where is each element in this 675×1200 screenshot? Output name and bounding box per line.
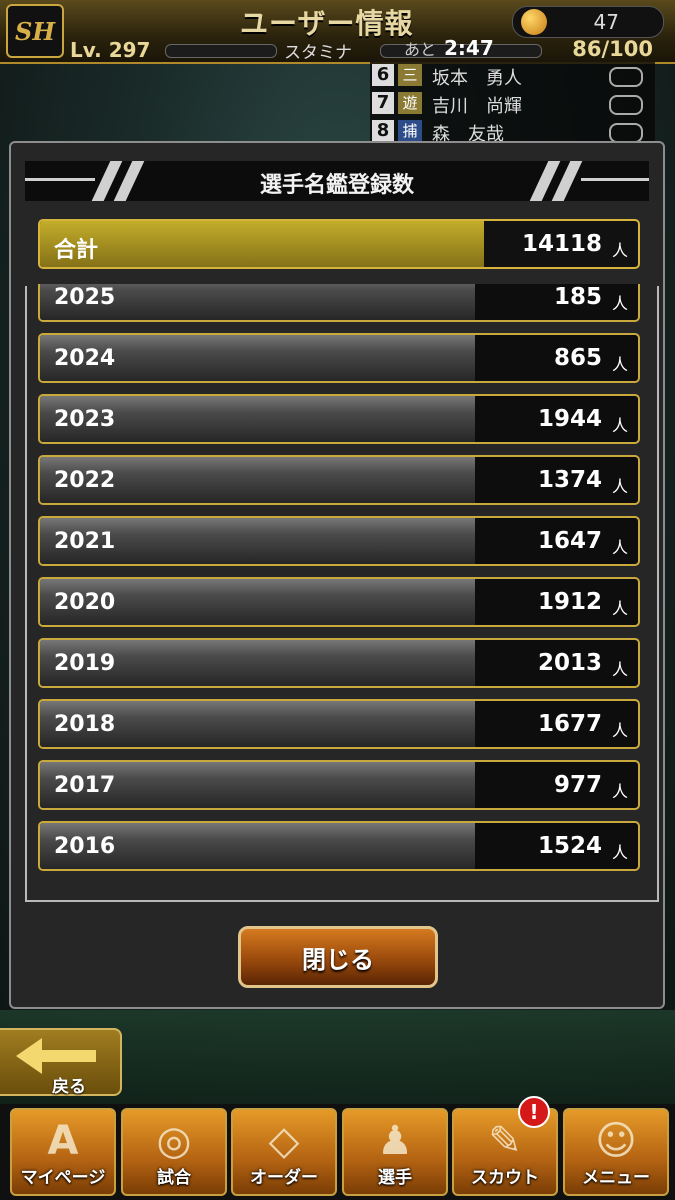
year-count: 1647: [537, 528, 602, 554]
lineup-row[interactable]: 7 遊 吉川 尚輝: [370, 92, 655, 118]
year-row: 2021 1647 人: [38, 516, 640, 566]
nav-label: スカウト: [471, 1168, 539, 1188]
year-count: 865: [553, 345, 602, 371]
player-tag-icon: [609, 123, 643, 143]
stamina-timer: あと 2:47: [404, 36, 494, 60]
total-value: 14118: [521, 231, 602, 257]
bottom-nav: A マイページ ◎ 試合 ◇ オーダー ♟ 選手 ✎ スカウト ☺ メニュー: [0, 1104, 675, 1200]
year-count: 1912: [537, 589, 602, 615]
unit-label: 人: [611, 538, 628, 557]
year-row: 2019 2013 人: [38, 638, 640, 688]
year-label: 2023: [54, 407, 116, 432]
nav-item-5[interactable]: ☺ メニュー: [563, 1108, 669, 1196]
unit-label: 人: [611, 721, 628, 740]
notification-badge: !: [518, 1096, 550, 1128]
diamond-field-icon: ◇: [268, 1118, 300, 1164]
year-row: 2017 977 人: [38, 760, 640, 810]
unit-label: 人: [611, 241, 628, 260]
nav-label: 選手: [378, 1168, 412, 1188]
close-button[interactable]: 閉じる: [238, 926, 438, 988]
year-row: 2016 1524 人: [38, 821, 640, 871]
page-title: ユーザー情報: [240, 7, 414, 40]
year-label: 2024: [54, 346, 116, 371]
unit-label: 人: [611, 843, 628, 862]
nav-label: マイページ: [20, 1168, 106, 1188]
year-count: 185: [553, 284, 602, 310]
lineup-list: 6 三 坂本 勇人 7 遊 吉川 尚輝 8 捕 森 友哉: [370, 62, 655, 145]
year-label: 2017: [54, 773, 116, 798]
player-icon: ♟: [377, 1118, 413, 1164]
player-level: Lv. 297: [70, 38, 151, 62]
year-count: 1677: [537, 711, 602, 737]
stamina-value: 86/100: [572, 37, 653, 61]
year-label: 2016: [54, 834, 116, 859]
total-label-cell: [40, 221, 484, 267]
nav-item-1[interactable]: ◎ 試合: [121, 1108, 227, 1196]
year-row: 2023 1944 人: [38, 394, 640, 444]
mypage-icon: A: [47, 1118, 79, 1164]
back-arrow-icon: [40, 1050, 96, 1062]
stamina-timer-prefix: あと: [404, 40, 437, 59]
player-tag-icon: [609, 95, 643, 115]
year-row: 2024 865 人: [38, 333, 640, 383]
year-row: 2018 1677 人: [38, 699, 640, 749]
player-tag-icon: [609, 67, 643, 87]
year-label: 2021: [54, 529, 116, 554]
stamina-label: スタミナ: [284, 43, 352, 63]
year-count: 1524: [537, 833, 602, 859]
stamina-timer-value: 2:47: [444, 36, 494, 60]
year-count: 2013: [537, 650, 602, 676]
lineup-row[interactable]: 6 三 坂本 勇人: [370, 64, 655, 90]
unit-label: 人: [611, 599, 628, 618]
unit-label: 人: [611, 477, 628, 496]
registration-count-dialog: 選手名鑑登録数 合計 14118 人 2025 185 人 2024 865 人 2023 1…: [9, 141, 665, 1009]
coin-icon: [521, 9, 547, 35]
dialog-header: 選手名鑑登録数: [25, 161, 649, 201]
batting-order: 7: [372, 92, 394, 114]
year-row: 2025 185 人: [38, 284, 640, 322]
unit-label: 人: [611, 660, 628, 679]
level-progress-bar: [165, 44, 277, 58]
year-row: 2022 1374 人: [38, 455, 640, 505]
nav-label: オーダー: [250, 1168, 318, 1188]
position-badge: 捕: [398, 120, 422, 142]
header-bar: SH ユーザー情報 47 Lv. 297 スタミナ あと 2:47 86/100: [0, 0, 675, 64]
team-logo: SH: [6, 4, 64, 58]
stadium-icon: ◎: [156, 1118, 192, 1164]
total-row: 合計 14118 人: [38, 219, 640, 269]
position-badge: 遊: [398, 92, 422, 114]
year-label: 2019: [54, 651, 116, 676]
back-label: 戻る: [52, 1077, 86, 1097]
unit-label: 人: [611, 416, 628, 435]
total-label: 合計: [54, 238, 99, 263]
nav-item-0[interactable]: A マイページ: [10, 1108, 116, 1196]
coin-counter[interactable]: 47: [512, 6, 664, 38]
position-badge: 三: [398, 64, 422, 86]
year-label: 2025: [54, 285, 116, 310]
year-count: 1374: [537, 467, 602, 493]
player-name: 坂本 勇人: [432, 68, 522, 89]
year-label: 2022: [54, 468, 116, 493]
dialog-title: 選手名鑑登録数: [259, 173, 414, 198]
nav-item-3[interactable]: ♟ 選手: [342, 1108, 448, 1196]
year-label: 2020: [54, 590, 116, 615]
batting-order: 8: [372, 120, 394, 142]
year-count-list[interactable]: 2025 185 人 2024 865 人 2023 1944 人 2022 1374 人 2021 16…: [38, 284, 640, 884]
player-name: 吉川 尚輝: [432, 96, 522, 117]
year-row: 2020 1912 人: [38, 577, 640, 627]
unit-label: 人: [611, 782, 628, 801]
nav-item-2[interactable]: ◇ オーダー: [231, 1108, 337, 1196]
back-button[interactable]: 戻る: [0, 1028, 122, 1097]
coin-value: 47: [593, 10, 619, 34]
unit-label: 人: [611, 294, 628, 313]
batting-order: 6: [372, 64, 394, 86]
nav-label: メニュー: [582, 1168, 650, 1188]
year-label: 2018: [54, 712, 116, 737]
back-arrow-icon: [16, 1038, 42, 1074]
year-count: 977: [553, 772, 602, 798]
menu-icon: ☺: [595, 1118, 637, 1164]
year-count: 1944: [537, 406, 602, 432]
unit-label: 人: [611, 355, 628, 374]
nav-label: 試合: [157, 1168, 191, 1188]
